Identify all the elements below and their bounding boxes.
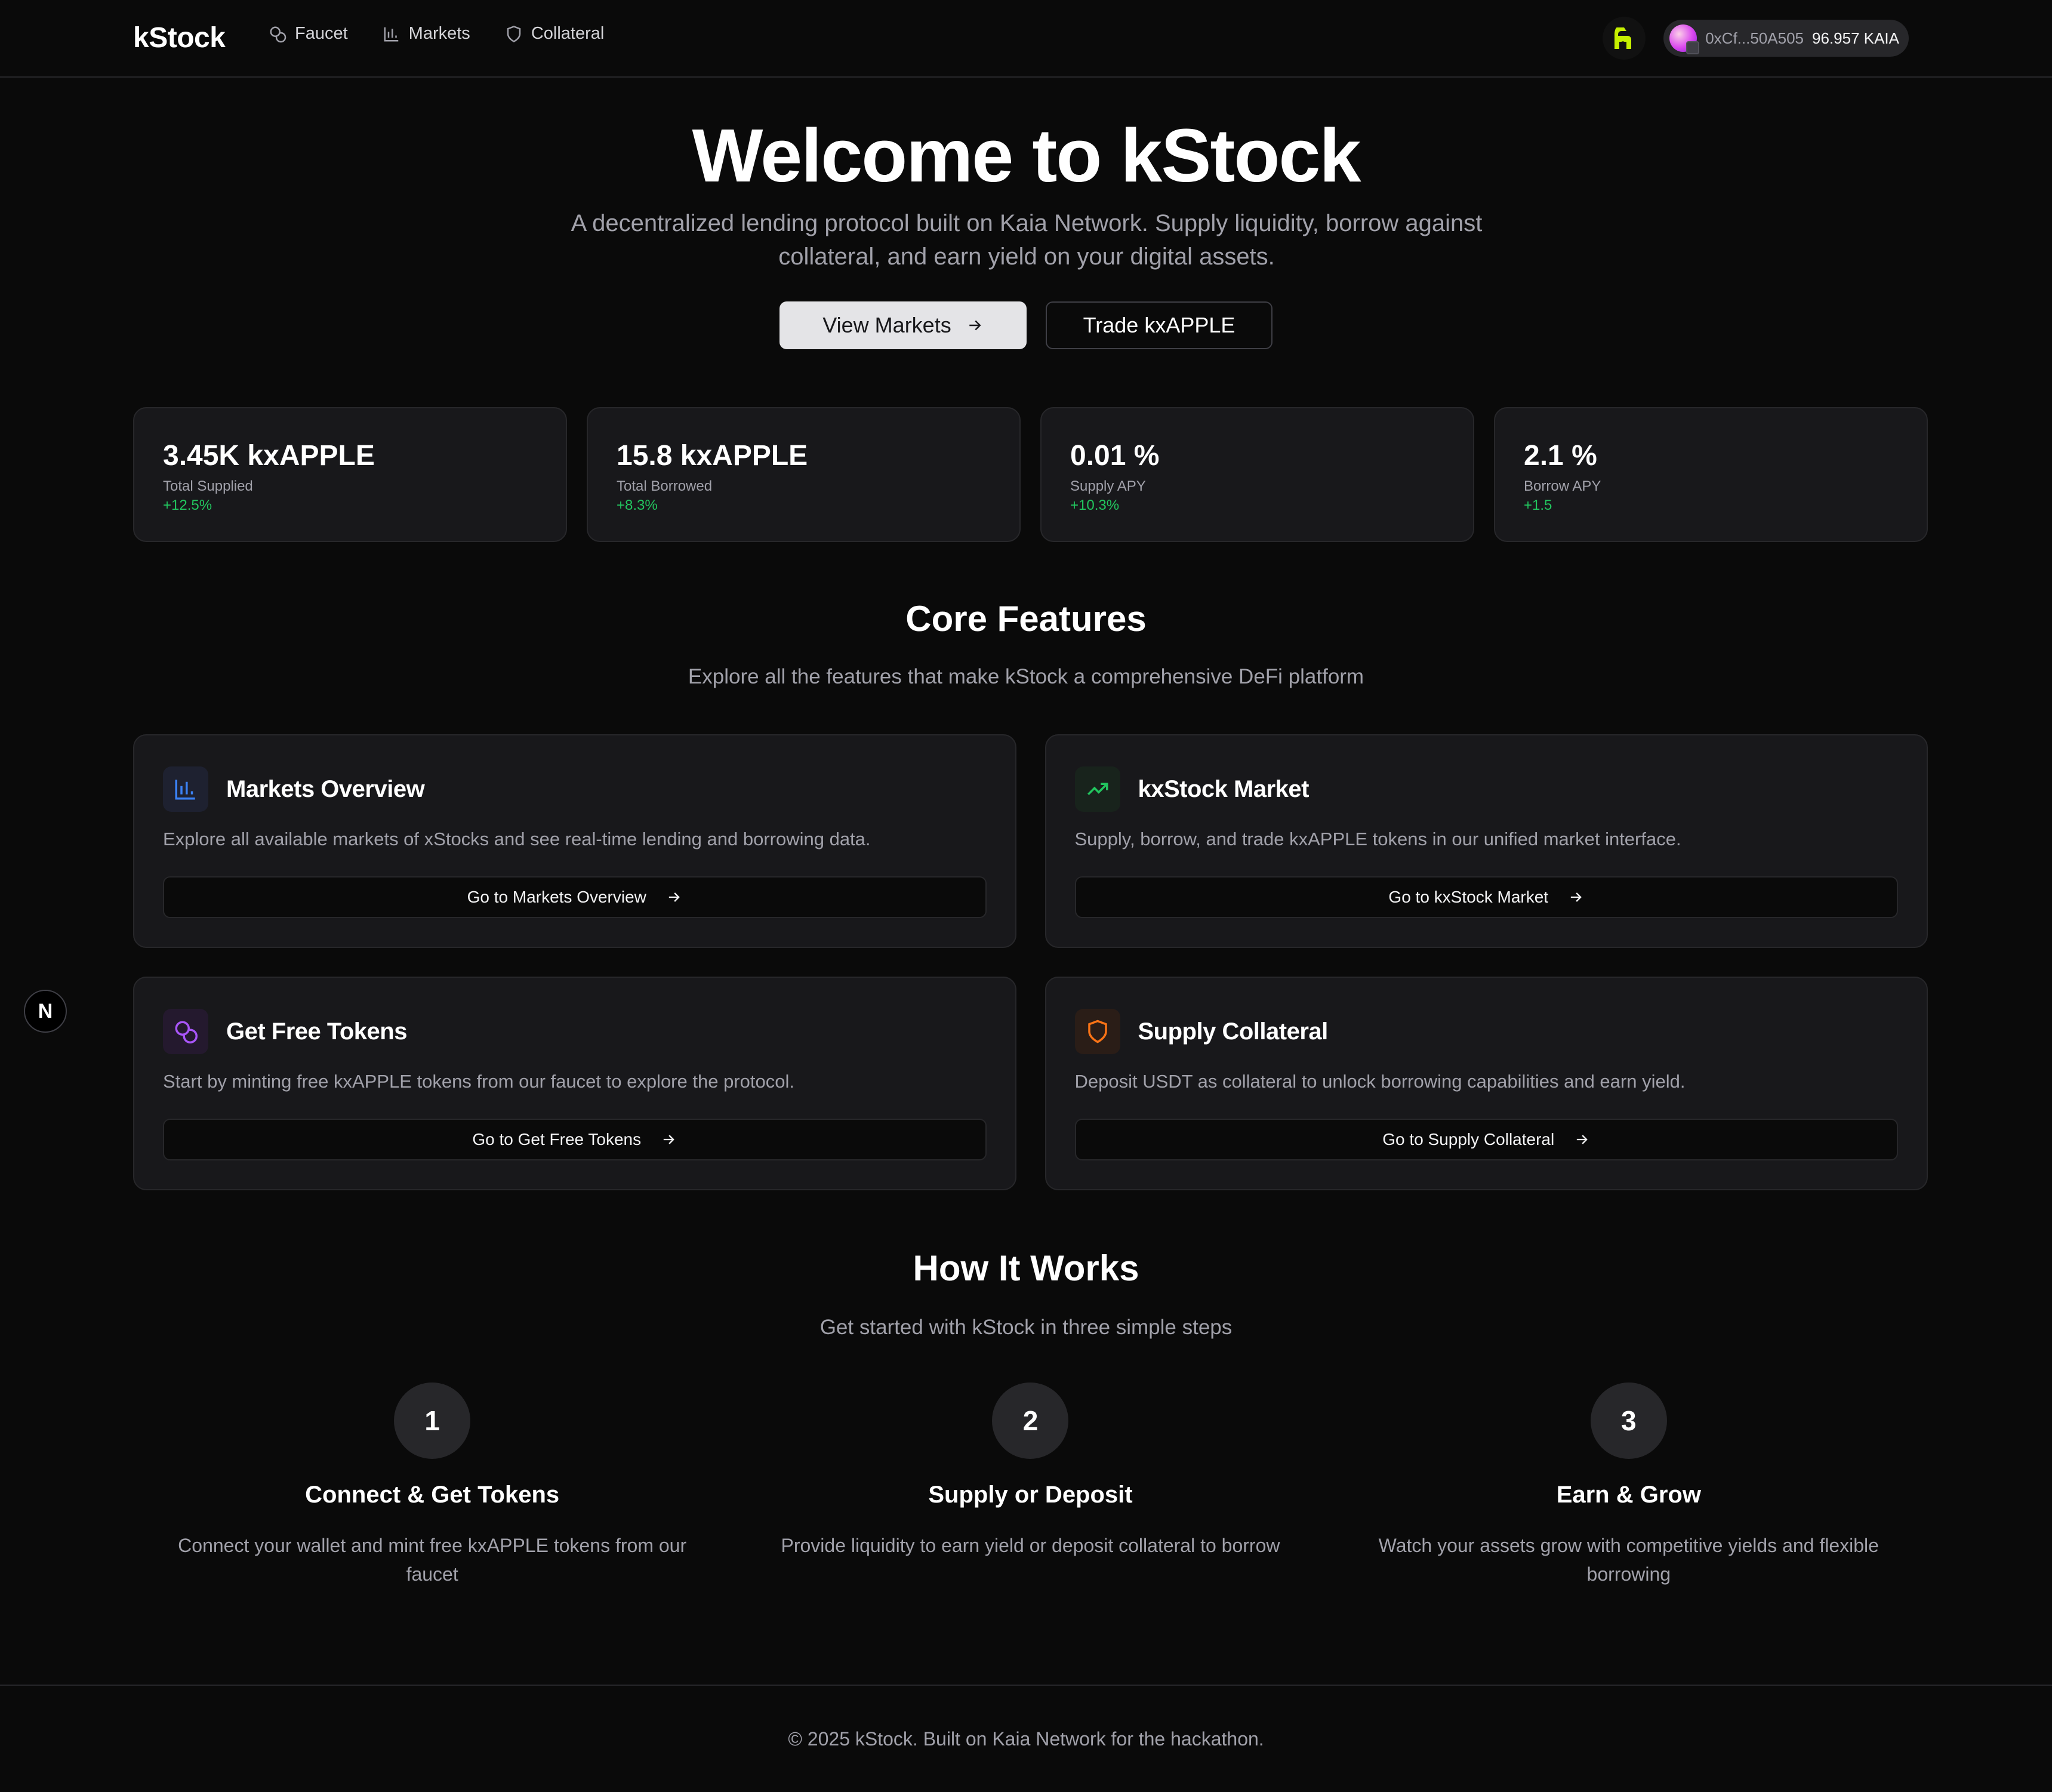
stat-value: 2.1 % bbox=[1524, 440, 1597, 472]
hero-buttons: View Markets Trade kxAPPLE bbox=[0, 301, 2052, 349]
how-it-works-subtitle: Get started with kStock in three simple … bbox=[819, 1316, 1233, 1339]
coins-icon bbox=[163, 1009, 208, 1054]
step-number: 2 bbox=[992, 1383, 1069, 1459]
hero-subtitle: A decentralized lending protocol built o… bbox=[571, 210, 1483, 270]
arrow-right-icon bbox=[1570, 892, 1582, 902]
step-number: 3 bbox=[1590, 1383, 1667, 1459]
stat-label: Supply APY bbox=[1070, 478, 1146, 494]
stat-card-total-borrowed: 15.8 kxAPPLE Total Borrowed +8.3% bbox=[587, 407, 1021, 542]
feature-button-label: Go to Supply Collateral bbox=[1382, 1130, 1555, 1149]
arrow-right-icon bbox=[663, 1135, 674, 1144]
shield-icon bbox=[1074, 1009, 1120, 1054]
feature-title: Supply Collateral bbox=[1138, 1018, 1329, 1045]
bar-chart-icon bbox=[163, 766, 208, 812]
stat-value: 15.8 kxAPPLE bbox=[617, 440, 808, 472]
go-to-kxstock-market-button[interactable]: Go to kxStock Market bbox=[1074, 876, 1898, 918]
stat-label: Total Supplied bbox=[163, 478, 253, 494]
feature-description: Explore all available markets of xStocks… bbox=[163, 829, 871, 849]
stat-card-total-supplied: 3.45K kxAPPLE Total Supplied +12.5% bbox=[133, 407, 567, 542]
view-markets-label: View Markets bbox=[822, 313, 951, 337]
hero-title: Welcome to kStock bbox=[692, 113, 1361, 198]
stats-row: 3.45K kxAPPLE Total Supplied +12.5% 15.8… bbox=[133, 407, 1928, 542]
trade-kxapple-button[interactable]: Trade kxAPPLE bbox=[1046, 301, 1273, 349]
step-description: Connect your wallet and mint free kxAPPL… bbox=[178, 1535, 687, 1585]
how-it-works-title: How It Works bbox=[913, 1248, 1139, 1288]
go-to-get-free-tokens-button[interactable]: Go to Get Free Tokens bbox=[163, 1119, 987, 1160]
bar-chart-icon bbox=[384, 27, 398, 41]
core-features-subtitle: Explore all the features that make kStoc… bbox=[688, 665, 1364, 688]
arrow-right-icon bbox=[969, 320, 981, 331]
stat-card-borrow-apy: 2.1 % Borrow APY +1.5 bbox=[1494, 407, 1928, 542]
feature-button-label: Go to Markets Overview bbox=[467, 888, 646, 906]
nav-link-label: Collateral bbox=[531, 24, 605, 43]
nav-link-markets[interactable]: Markets bbox=[383, 24, 470, 44]
trade-kxapple-label: Trade kxAPPLE bbox=[1083, 313, 1235, 337]
go-to-supply-collateral-button[interactable]: Go to Supply Collateral bbox=[1074, 1119, 1898, 1160]
arrow-right-icon bbox=[668, 892, 680, 902]
wallet-avatar bbox=[1669, 24, 1700, 54]
next-dev-badge[interactable]: N bbox=[24, 990, 67, 1033]
stat-delta: +8.3% bbox=[617, 497, 658, 513]
feature-description: Start by minting free kxAPPLE tokens fro… bbox=[163, 1071, 794, 1092]
step-description: Watch your assets grow with competitive … bbox=[1378, 1535, 1879, 1585]
feature-card-get-free-tokens: Get Free Tokens Start by minting free kx… bbox=[133, 977, 1016, 1190]
step-number: 1 bbox=[394, 1383, 471, 1459]
wallet-button[interactable]: 0xCf...50A505 96.957 KAIA bbox=[1663, 20, 1909, 57]
footer-text: © 2025 kStock. Built on Kaia Network for… bbox=[788, 1728, 1264, 1750]
nav-link-label: Markets bbox=[408, 24, 470, 43]
step-title: Connect & Get Tokens bbox=[305, 1482, 560, 1508]
footer: © 2025 kStock. Built on Kaia Network for… bbox=[0, 1685, 2052, 1792]
feature-button-label: Go to kxStock Market bbox=[1388, 888, 1549, 906]
feature-title: Markets Overview bbox=[226, 775, 425, 802]
step-description: Provide liquidity to earn yield or depos… bbox=[781, 1535, 1280, 1556]
feature-card-kxstock-market: kxStock Market Supply, borrow, and trade… bbox=[1045, 734, 1928, 948]
stat-delta: +1.5 bbox=[1524, 497, 1552, 513]
shield-icon bbox=[507, 25, 521, 42]
feature-title: Get Free Tokens bbox=[226, 1018, 407, 1045]
wallet-address: 0xCf...50A505 bbox=[1705, 29, 1804, 47]
kaia-logo-icon[interactable] bbox=[1603, 17, 1646, 60]
view-markets-button[interactable]: View Markets bbox=[779, 301, 1027, 349]
core-features-title: Core Features bbox=[905, 599, 1147, 639]
next-badge-letter: N bbox=[38, 999, 53, 1023]
step-title: Earn & Grow bbox=[1556, 1482, 1701, 1508]
nav-link-label: Faucet bbox=[295, 24, 348, 43]
feature-card-supply-collateral: Supply Collateral Deposit USDT as collat… bbox=[1045, 977, 1928, 1190]
trending-up-icon bbox=[1074, 766, 1120, 812]
stat-value: 0.01 % bbox=[1070, 440, 1160, 472]
stat-value: 3.45K kxAPPLE bbox=[163, 440, 375, 472]
go-to-markets-overview-button[interactable]: Go to Markets Overview bbox=[163, 876, 987, 918]
step-1: 1 Connect & Get Tokens Connect your wall… bbox=[133, 1383, 731, 1588]
feature-description: Deposit USDT as collateral to unlock bor… bbox=[1074, 1071, 1686, 1092]
step-title: Supply or Deposit bbox=[928, 1482, 1133, 1508]
nav-link-collateral[interactable]: Collateral bbox=[505, 24, 605, 44]
steps-row: 1 Connect & Get Tokens Connect your wall… bbox=[133, 1383, 1928, 1588]
top-nav: kStock Faucet Markets Collateral 0xCf...… bbox=[0, 0, 2052, 78]
step-3: 3 Earn & Grow Watch your assets grow wit… bbox=[1330, 1383, 1928, 1588]
wallet-balance: 96.957 KAIA bbox=[1812, 29, 1899, 47]
feature-title: kxStock Market bbox=[1138, 775, 1310, 802]
feature-button-label: Go to Get Free Tokens bbox=[472, 1130, 642, 1149]
features-grid: Markets Overview Explore all available m… bbox=[133, 734, 1928, 1190]
brand-logo[interactable]: kStock bbox=[133, 21, 226, 54]
stat-label: Total Borrowed bbox=[617, 478, 713, 494]
nav-right: 0xCf...50A505 96.957 KAIA bbox=[1603, 17, 1909, 60]
nav-link-faucet[interactable]: Faucet bbox=[269, 24, 348, 44]
stat-label: Borrow APY bbox=[1524, 478, 1601, 494]
stat-delta: +12.5% bbox=[163, 497, 212, 513]
arrow-right-icon bbox=[1577, 1135, 1588, 1144]
coins-icon bbox=[270, 26, 286, 42]
nav-links: Faucet Markets Collateral bbox=[269, 24, 604, 44]
feature-description: Supply, borrow, and trade kxAPPLE tokens… bbox=[1074, 829, 1681, 849]
stat-delta: +10.3% bbox=[1070, 497, 1120, 513]
step-2: 2 Supply or Deposit Provide liquidity to… bbox=[731, 1383, 1329, 1588]
feature-card-markets-overview: Markets Overview Explore all available m… bbox=[133, 734, 1016, 948]
stat-card-supply-apy: 0.01 % Supply APY +10.3% bbox=[1040, 407, 1474, 542]
